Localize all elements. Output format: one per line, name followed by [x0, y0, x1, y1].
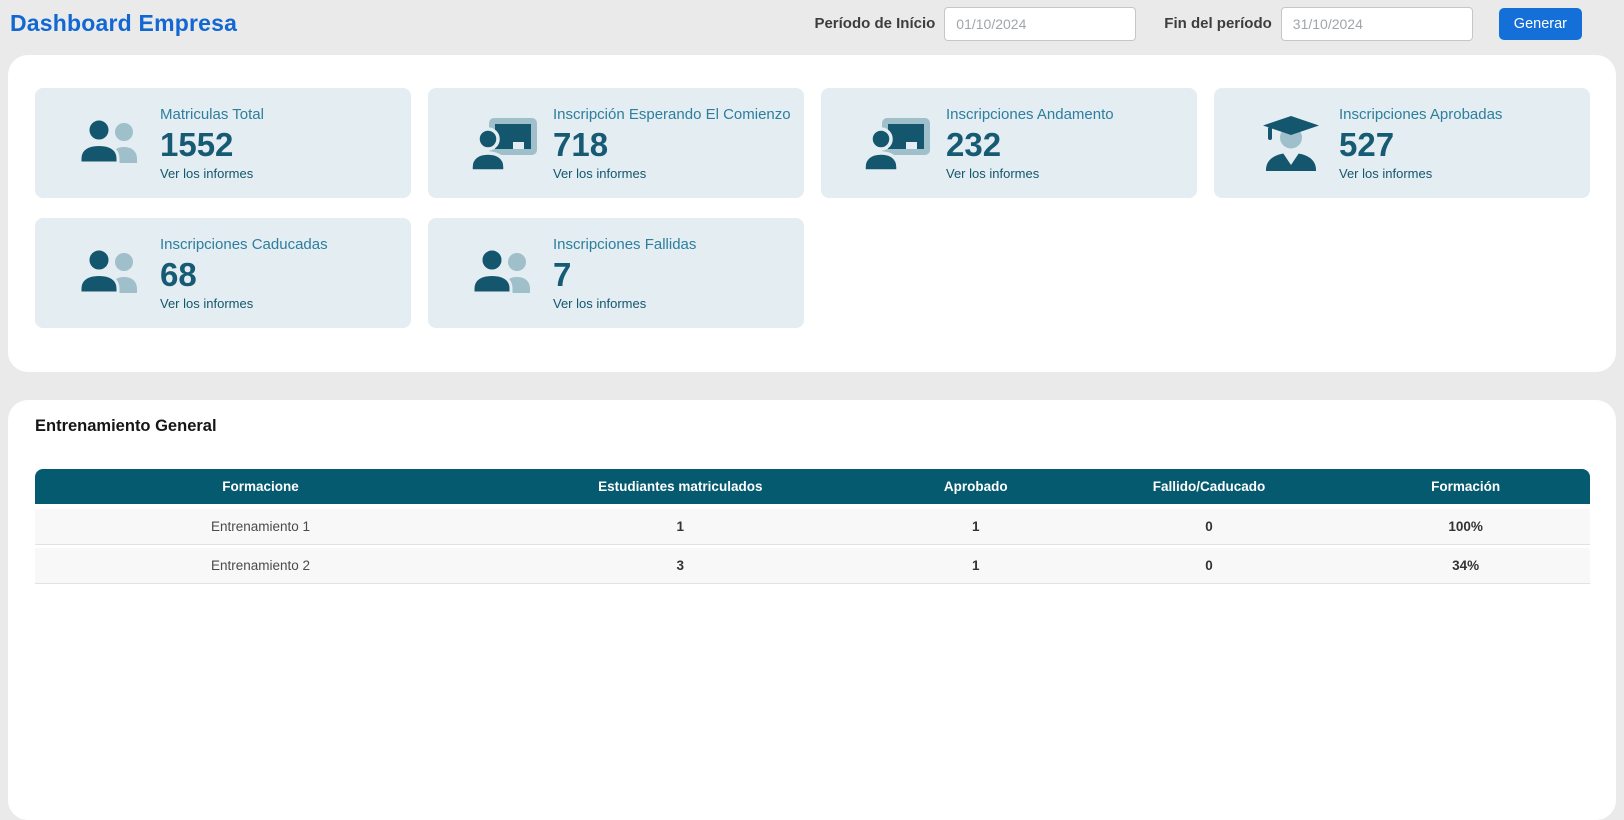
column-header-aprobado: Aprobado [875, 469, 1077, 504]
generate-button[interactable]: Generar [1499, 8, 1582, 40]
stat-card-value: 68 [160, 256, 328, 294]
training-table: Formacione Estudiantes matriculados Apro… [35, 469, 1590, 584]
column-header-estudiantes: Estudiantes matriculados [486, 469, 875, 504]
cell-formacione: Entrenamiento 1 [35, 504, 486, 545]
stat-card-value: 527 [1339, 126, 1502, 164]
users-icon [63, 247, 160, 299]
view-reports-link[interactable]: Ver los informes [1339, 166, 1502, 181]
stat-card-andamento: Inscripciones Andamento 232 Ver los info… [821, 88, 1197, 198]
table-header-row: Formacione Estudiantes matriculados Apro… [35, 469, 1590, 504]
period-end-label: Fin del período [1164, 15, 1272, 32]
period-start-input[interactable] [944, 7, 1136, 41]
stat-card-caducadas: Inscripciones Caducadas 68 Ver los infor… [35, 218, 411, 328]
cell-estudiantes: 1 [486, 504, 875, 545]
cell-formacione: Entrenamiento 2 [35, 545, 486, 584]
column-header-formacion: Formación [1341, 469, 1590, 504]
cell-formacion: 34% [1341, 545, 1590, 584]
stat-card-title: Inscripciones Fallidas [553, 235, 696, 255]
stat-card-esperando-comienzo: Inscripción Esperando El Comienzo 718 Ve… [428, 88, 804, 198]
users-icon [63, 117, 160, 169]
chalkboard-teacher-icon [456, 115, 553, 171]
view-reports-link[interactable]: Ver los informes [160, 296, 328, 311]
view-reports-link[interactable]: Ver los informes [946, 166, 1114, 181]
training-panel: Entrenamiento General Formacione Estudia… [8, 400, 1616, 820]
stat-card-aprobadas: Inscripciones Aprobadas 527 Ver los info… [1214, 88, 1590, 198]
period-start-label: Período de Início [814, 15, 935, 32]
view-reports-link[interactable]: Ver los informes [160, 166, 264, 181]
page-title: Dashboard Empresa [10, 10, 237, 37]
stat-card-title: Inscripciones Andamento [946, 105, 1114, 125]
graduate-icon [1242, 115, 1339, 171]
stat-card-value: 1552 [160, 126, 264, 164]
cell-aprobado: 1 [875, 504, 1077, 545]
section-title: Entrenamiento General [35, 417, 1590, 436]
top-bar: Dashboard Empresa Período de Início Fin … [0, 0, 1624, 47]
cell-aprobado: 1 [875, 545, 1077, 584]
stat-card-matriculas-total: Matriculas Total 1552 Ver los informes [35, 88, 411, 198]
stat-card-title: Inscripciones Aprobadas [1339, 105, 1502, 125]
cell-fallido: 0 [1077, 504, 1341, 545]
stats-cards-grid: Matriculas Total 1552 Ver los informes [35, 88, 1590, 328]
stat-card-value: 7 [553, 256, 696, 294]
period-controls: Período de Início Fin del período Genera… [814, 7, 1582, 41]
cell-estudiantes: 3 [486, 545, 875, 584]
cell-formacion: 100% [1341, 504, 1590, 545]
chalkboard-teacher-icon [849, 115, 946, 171]
stats-panel: Matriculas Total 1552 Ver los informes [8, 55, 1616, 372]
period-end-input[interactable] [1281, 7, 1473, 41]
column-header-fallido: Fallido/Caducado [1077, 469, 1341, 504]
stat-card-fallidas: Inscripciones Fallidas 7 Ver los informe… [428, 218, 804, 328]
table-row: Entrenamiento 2 3 1 0 34% [35, 545, 1590, 584]
users-icon [456, 247, 553, 299]
stat-card-title: Inscripciones Caducadas [160, 235, 328, 255]
stat-card-title: Matriculas Total [160, 105, 264, 125]
view-reports-link[interactable]: Ver los informes [553, 296, 696, 311]
stat-card-value: 718 [553, 126, 791, 164]
view-reports-link[interactable]: Ver los informes [553, 166, 791, 181]
cell-fallido: 0 [1077, 545, 1341, 584]
column-header-formacione: Formacione [35, 469, 486, 504]
table-row: Entrenamiento 1 1 1 0 100% [35, 504, 1590, 545]
stat-card-value: 232 [946, 126, 1114, 164]
stat-card-title: Inscripción Esperando El Comienzo [553, 105, 791, 125]
